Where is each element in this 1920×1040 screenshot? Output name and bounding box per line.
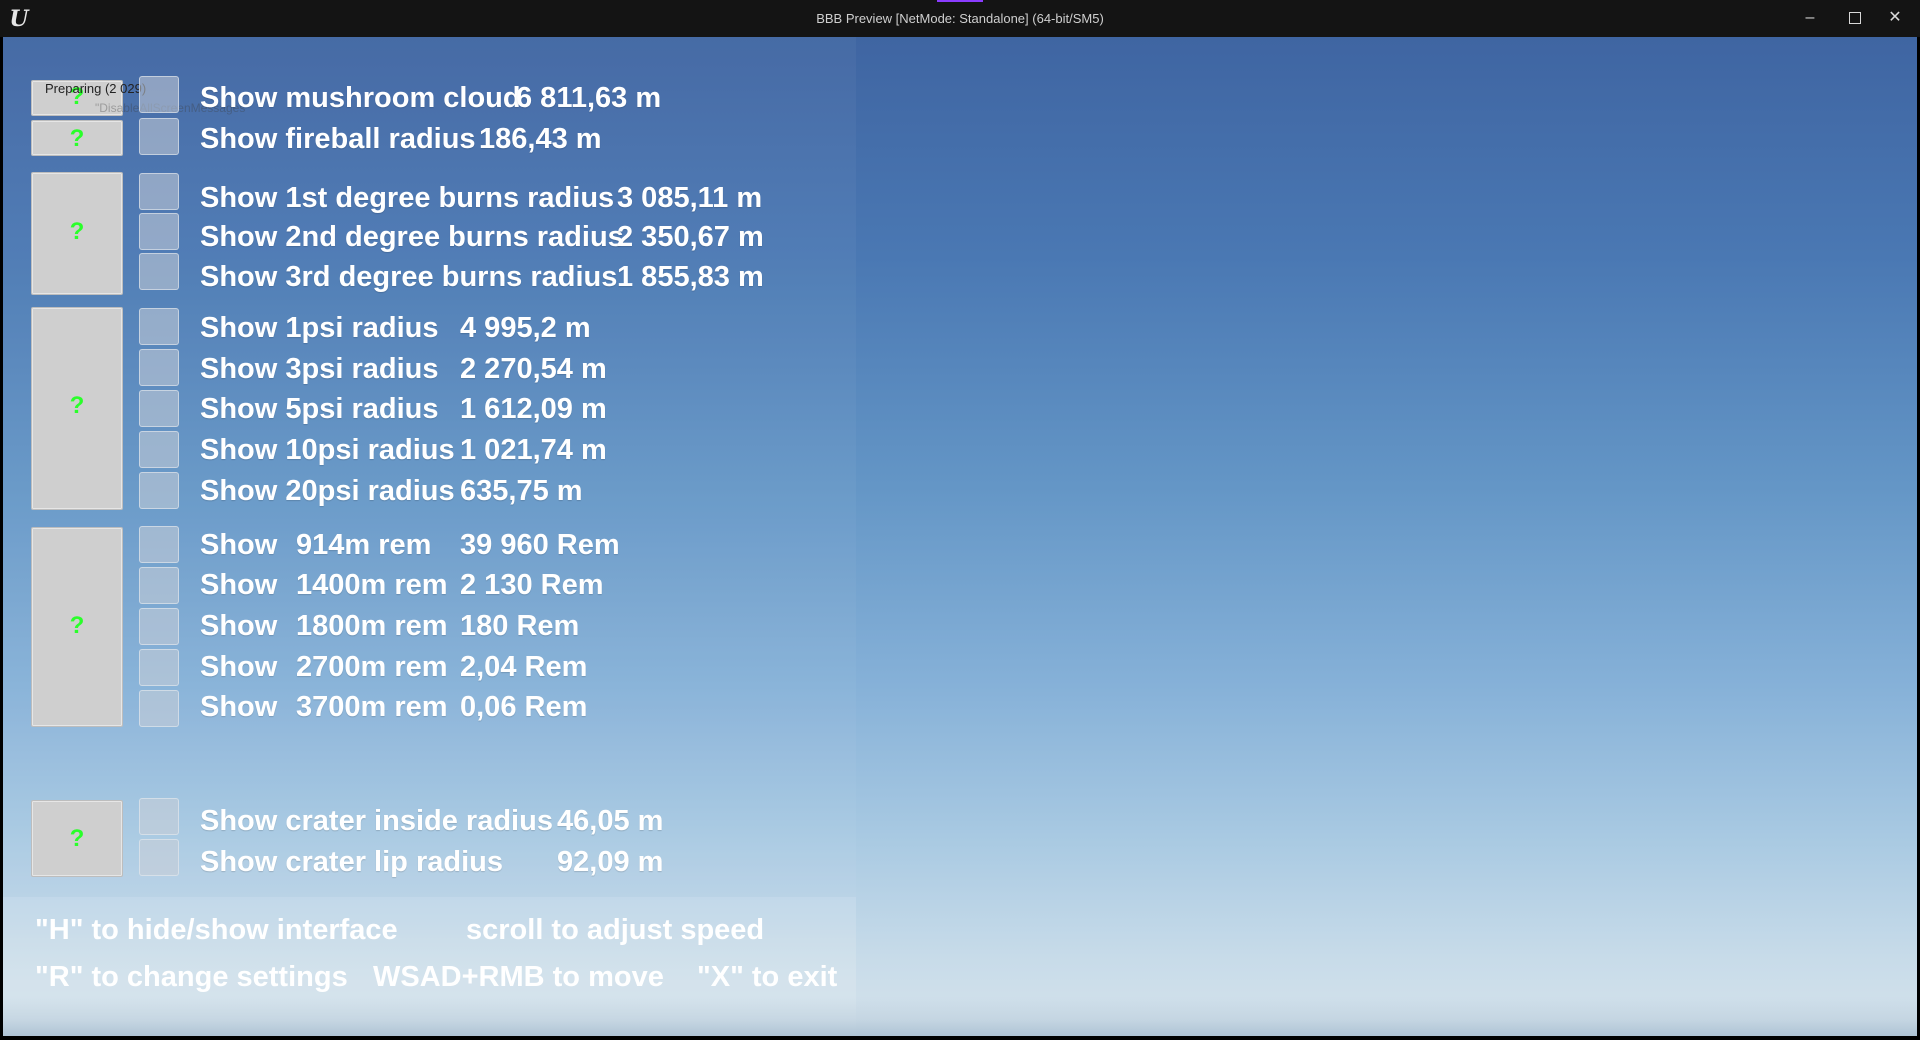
row-value: 1 612,09 m [460,393,607,425]
window-title: BBB Preview [NetMode: Standalone] (64-bi… [816,11,1104,26]
checkbox-fireball-radius[interactable] [139,118,179,155]
close-button[interactable]: ✕ [1882,7,1908,29]
row-3psi: Show 3psi radius 2 270,54 m [200,353,607,386]
row-label: Show fireball radius [200,123,476,155]
row-value: 2 270,54 m [460,353,607,385]
row-label: Show 20psi radius [200,475,455,507]
row-label: Show [200,651,278,683]
row-label: Show [200,610,278,642]
row-1st-degree-burns: Show 1st degree burns radius 3 085,11 m [200,182,762,215]
row-label: Show 1st degree burns radius [200,182,615,214]
row-value: 6 811,63 m [516,82,662,114]
help-change-settings: "R" to change settings [35,961,348,993]
preview-panel-rem[interactable]: ? [31,527,123,727]
checkbox-rem-1800[interactable] [139,608,179,645]
horizon-haze [3,996,1917,1036]
row-distance: 3700m rem [296,691,448,723]
row-rem-2700: Show 2700m rem 2,04 Rem [200,651,587,684]
preview-panel-crater[interactable]: ? [31,800,123,877]
title-accent-bar [937,0,983,2]
row-value: 180 Rem [460,610,580,642]
row-value: 635,75 m [460,475,583,507]
row-distance: 1400m rem [296,569,448,601]
question-mark-icon: ? [69,825,85,852]
row-value: 0,06 Rem [460,691,588,723]
checkbox-3rd-degree-burns[interactable] [139,253,179,290]
row-distance: 2700m rem [296,651,448,683]
row-label: Show 2nd degree burns radius [200,221,624,253]
row-label: Show 1psi radius [200,312,439,344]
title-bar: U BBB Preview [NetMode: Standalone] (64-… [0,0,1920,37]
checkbox-2nd-degree-burns[interactable] [139,213,179,250]
row-20psi: Show 20psi radius 635,75 m [200,475,583,508]
game-viewport[interactable]: ? ? Preparing (2 029) "DisableAllScreenM… [3,37,1917,1036]
row-value: 186,43 m [479,123,602,155]
row-value: 2 130 Rem [460,569,604,601]
row-2nd-degree-burns: Show 2nd degree burns radius 2 350,67 m [200,221,764,254]
row-10psi: Show 10psi radius 1 021,74 m [200,434,607,467]
checkbox-1psi[interactable] [139,308,179,345]
checkbox-mushroom-cloud[interactable] [139,76,179,113]
help-hide-interface: "H" to hide/show interface [35,914,398,946]
row-distance: 914m rem [296,529,432,561]
row-rem-1800: Show 1800m rem 180 Rem [200,610,579,643]
row-1psi: Show 1psi radius 4 995,2 m [200,312,591,345]
row-value: 2,04 Rem [460,651,588,683]
preview-panel-psi[interactable]: ? [31,307,123,510]
maximize-icon [1849,12,1861,24]
row-label: Show [200,529,278,561]
minimize-button[interactable]: – [1797,7,1823,29]
checkbox-5psi[interactable] [139,390,179,427]
row-5psi: Show 5psi radius 1 612,09 m [200,393,607,426]
row-label: Show 5psi radius [200,393,439,425]
help-scroll-speed: scroll to adjust speed [466,914,765,946]
maximize-button[interactable] [1842,7,1868,29]
row-crater-lip: Show crater lip radius 92,09 m [200,846,663,879]
row-value: 92,09 m [557,846,664,878]
row-rem-3700: Show 3700m rem 0,06 Rem [200,691,587,724]
preview-panel-burns[interactable]: ? [31,172,123,295]
row-label: Show [200,691,278,723]
checkbox-crater-inside[interactable] [139,798,179,835]
row-rem-914: Show 914m rem 39 960 Rem [200,529,620,562]
row-label: Show 10psi radius [200,434,455,466]
row-label: Show 3psi radius [200,353,439,385]
row-crater-inside: Show crater inside radius 46,05 m [200,805,663,838]
row-label: Show mushroom cloud [200,82,521,114]
row-3rd-degree-burns: Show 3rd degree burns radius 1 855,83 m [200,261,764,294]
row-fireball-radius: Show fireball radius 186,43 m [200,123,602,156]
question-mark-icon: ? [69,218,85,245]
row-value: 3 085,11 m [617,182,763,214]
checkbox-rem-1400[interactable] [139,567,179,604]
checkbox-rem-2700[interactable] [139,649,179,686]
row-value: 46,05 m [557,805,664,837]
question-mark-icon: ? [69,612,85,639]
help-exit: "X" to exit [697,961,838,993]
checkbox-1st-degree-burns[interactable] [139,173,179,210]
row-value: 1 855,83 m [617,261,764,293]
preview-panel-fireball[interactable]: ? [31,120,123,156]
checkbox-10psi[interactable] [139,431,179,468]
row-label: Show crater inside radius [200,805,553,837]
row-value: 39 960 Rem [460,529,620,561]
help-move: WSAD+RMB to move [373,961,664,993]
row-value: 1 021,74 m [460,434,607,466]
row-distance: 1800m rem [296,610,448,642]
row-mushroom-cloud: Show mushroom cloud 6 811,63 m [200,82,661,115]
row-label: Show [200,569,278,601]
row-rem-1400: Show 1400m rem 2 130 Rem [200,569,604,602]
row-label: Show 3rd degree burns radius [200,261,618,293]
question-mark-icon: ? [69,392,85,419]
row-label: Show crater lip radius [200,846,503,878]
row-value: 4 995,2 m [460,312,591,344]
checkbox-20psi[interactable] [139,472,179,509]
checkbox-rem-3700[interactable] [139,690,179,727]
row-value: 2 350,67 m [617,221,764,253]
checkbox-rem-914[interactable] [139,526,179,563]
question-mark-icon: ? [69,125,85,152]
checkbox-3psi[interactable] [139,349,179,386]
preparing-status: Preparing (2 029) [45,81,147,96]
checkbox-crater-lip[interactable] [139,839,179,876]
